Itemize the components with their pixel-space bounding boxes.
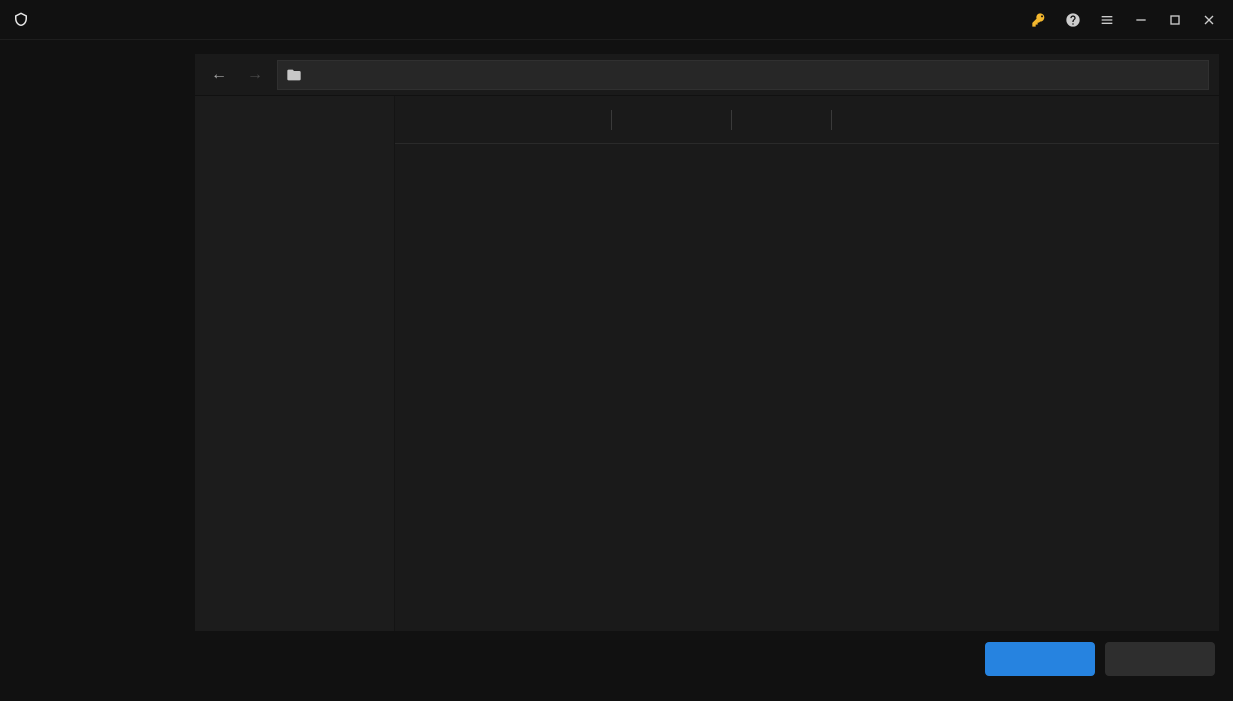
key-icon[interactable] xyxy=(1025,6,1053,34)
menu-icon[interactable] xyxy=(1093,6,1121,34)
file-list-rows[interactable] xyxy=(395,144,1219,631)
path-field[interactable] xyxy=(277,60,1209,90)
cancel-button[interactable] xyxy=(1105,642,1215,676)
dialog-buttons xyxy=(195,631,1219,687)
close-button[interactable] xyxy=(1195,6,1223,34)
maximize-button[interactable] xyxy=(1161,6,1189,34)
path-bar: ← → xyxy=(195,54,1219,96)
sidebar xyxy=(0,40,195,701)
nav-back-button[interactable]: ← xyxy=(205,61,233,89)
titlebar xyxy=(0,0,1233,40)
ok-button[interactable] xyxy=(985,642,1095,676)
app-logo-icon xyxy=(12,11,30,29)
locations-panel xyxy=(195,96,395,631)
file-picker-dialog: ← → xyxy=(195,40,1233,701)
help-icon[interactable] xyxy=(1059,6,1087,34)
file-list-header xyxy=(395,96,1219,144)
file-list xyxy=(395,96,1219,631)
minimize-button[interactable] xyxy=(1127,6,1155,34)
folder-icon xyxy=(286,67,302,83)
nav-forward-button[interactable]: → xyxy=(241,61,269,89)
